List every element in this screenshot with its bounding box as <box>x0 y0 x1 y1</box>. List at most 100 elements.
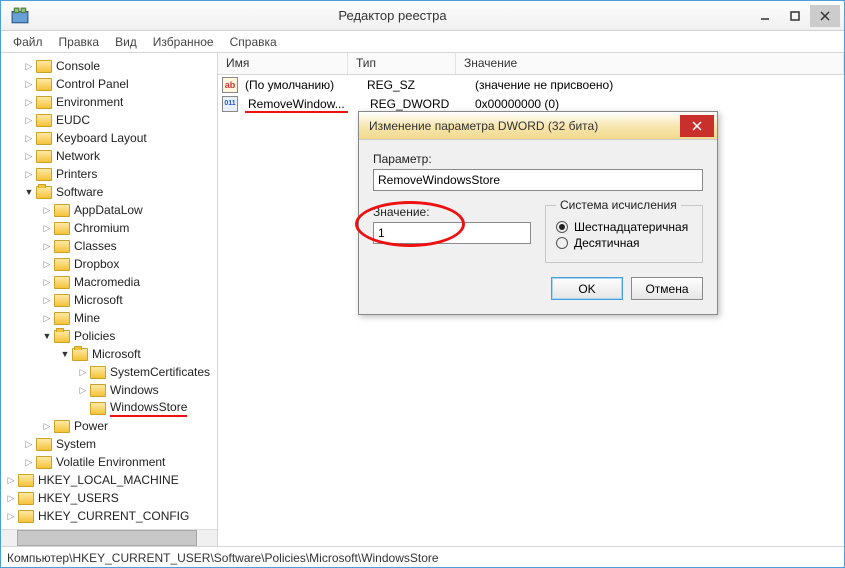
col-name[interactable]: Имя <box>218 53 348 74</box>
chevron-down-icon[interactable]: ▼ <box>41 330 53 342</box>
window-title: Редактор реестра <box>35 8 750 23</box>
chevron-right-icon[interactable]: ▷ <box>23 132 35 144</box>
chevron-right-icon[interactable]: ▷ <box>41 420 53 432</box>
value-field[interactable] <box>373 222 531 244</box>
chevron-right-icon[interactable]: ▷ <box>41 312 53 324</box>
folder-icon <box>90 384 106 397</box>
chevron-right-icon[interactable] <box>77 402 89 414</box>
tree-item[interactable]: ▷EUDC <box>1 111 217 129</box>
folder-icon <box>90 402 106 415</box>
chevron-right-icon[interactable]: ▷ <box>41 222 53 234</box>
chevron-right-icon[interactable]: ▷ <box>23 456 35 468</box>
chevron-down-icon[interactable]: ▼ <box>59 348 71 360</box>
folder-icon <box>36 132 52 145</box>
tree-item[interactable]: ▷Chromium <box>1 219 217 237</box>
tree-item[interactable]: ▷ Printers <box>1 165 217 183</box>
chevron-right-icon[interactable]: ▷ <box>77 366 89 378</box>
chevron-right-icon[interactable]: ▷ <box>41 276 53 288</box>
chevron-right-icon[interactable]: ▷ <box>23 114 35 126</box>
tree-item-label: Windows <box>110 383 159 397</box>
menu-file[interactable]: Файл <box>7 33 49 51</box>
tree-item[interactable]: ▼ Microsoft <box>1 345 217 363</box>
minimize-button[interactable] <box>750 5 780 27</box>
row-type: REG_DWORD <box>364 97 472 111</box>
folder-icon <box>54 294 70 307</box>
tree-hscrollbar[interactable] <box>1 529 217 546</box>
tree-item-label: Microsoft <box>74 293 123 307</box>
folder-icon <box>36 96 52 109</box>
menu-view[interactable]: Вид <box>109 33 143 51</box>
tree-item-label: Volatile Environment <box>56 455 165 469</box>
row-type: REG_SZ <box>364 78 472 92</box>
folder-icon <box>18 474 34 487</box>
tree-item-label: Classes <box>74 239 117 253</box>
chevron-right-icon[interactable]: ▷ <box>41 240 53 252</box>
radix-legend: Система исчисления <box>556 198 681 212</box>
tree-item[interactable]: ▷ HKEY_CURRENT_CONFIG <box>1 507 217 525</box>
folder-icon <box>54 258 70 271</box>
chevron-right-icon[interactable]: ▷ <box>23 60 35 72</box>
maximize-button[interactable] <box>780 5 810 27</box>
value-row[interactable]: (По умолчанию)REG_SZ(значение не присвое… <box>218 75 844 94</box>
chevron-right-icon[interactable]: ▷ <box>23 96 35 108</box>
tree-item[interactable]: ▷AppDataLow <box>1 201 217 219</box>
menu-favorites[interactable]: Избранное <box>147 33 220 51</box>
dialog-close-button[interactable] <box>680 115 714 137</box>
chevron-right-icon[interactable]: ▷ <box>41 258 53 270</box>
tree-item-label: Software <box>56 185 103 199</box>
tree-item[interactable]: ▷HKEY_LOCAL_MACHINE <box>1 471 217 489</box>
param-field[interactable] <box>373 169 703 191</box>
tree-item-label: Microsoft <box>92 347 141 361</box>
tree-item[interactable]: ▷ Classes <box>1 237 217 255</box>
tree-item[interactable]: ▷ Volatile Environment <box>1 453 217 471</box>
status-bar: Компьютер\HKEY_CURRENT_USER\Software\Pol… <box>1 546 844 568</box>
tree-item[interactable]: ▷ Environment <box>1 93 217 111</box>
tree-item[interactable]: ▷ Windows <box>1 381 217 399</box>
folder-icon <box>54 222 70 235</box>
tree-item[interactable]: ▼Policies <box>1 327 217 345</box>
menu-edit[interactable]: Правка <box>53 33 106 51</box>
tree-item-label: Printers <box>56 167 97 181</box>
chevron-right-icon[interactable]: ▷ <box>77 384 89 396</box>
chevron-right-icon[interactable]: ▷ <box>23 168 35 180</box>
chevron-right-icon[interactable]: ▷ <box>5 492 17 504</box>
ok-button[interactable]: OK <box>551 277 623 300</box>
radix-hex[interactable]: Шестнадцатеричная <box>556 220 692 234</box>
tree-item[interactable]: ▷Dropbox <box>1 255 217 273</box>
chevron-right-icon[interactable]: ▷ <box>23 78 35 90</box>
tree-item[interactable]: WindowsStore <box>1 399 217 417</box>
tree-item[interactable]: ▷Keyboard Layout <box>1 129 217 147</box>
tree-pane[interactable]: ▷Console▷Control Panel▷Environment▷EUDC▷… <box>1 53 218 546</box>
dialog-title: Изменение параметра DWORD (32 бита) <box>369 119 680 133</box>
tree-item[interactable]: ▷Network <box>1 147 217 165</box>
menu-help[interactable]: Справка <box>224 33 283 51</box>
folder-icon <box>72 348 88 361</box>
radix-dec[interactable]: Десятичная <box>556 236 692 250</box>
tree-item-label: HKEY_CURRENT_CONFIG <box>38 509 189 523</box>
tree-item[interactable]: ▷Macromedia <box>1 273 217 291</box>
chevron-right-icon[interactable]: ▷ <box>5 474 17 486</box>
tree-item[interactable]: ▷ Microsoft <box>1 291 217 309</box>
folder-icon <box>36 150 52 163</box>
tree-item[interactable]: ▷Power <box>1 417 217 435</box>
col-type[interactable]: Тип <box>348 53 456 74</box>
tree-item[interactable]: ▷Console <box>1 57 217 75</box>
dialog-titlebar[interactable]: Изменение параметра DWORD (32 бита) <box>359 112 717 140</box>
tree-item[interactable]: ▷Control Panel <box>1 75 217 93</box>
col-value[interactable]: Значение <box>456 53 844 74</box>
close-button[interactable] <box>810 5 840 27</box>
chevron-right-icon[interactable]: ▷ <box>41 294 53 306</box>
tree-item[interactable]: ▷System <box>1 435 217 453</box>
chevron-down-icon[interactable]: ▼ <box>23 186 35 198</box>
chevron-right-icon[interactable]: ▷ <box>5 510 17 522</box>
chevron-right-icon[interactable]: ▷ <box>23 438 35 450</box>
cancel-button[interactable]: Отмена <box>631 277 703 300</box>
chevron-right-icon[interactable]: ▷ <box>23 150 35 162</box>
tree-item-label: Environment <box>56 95 123 109</box>
tree-item[interactable]: ▷Mine <box>1 309 217 327</box>
list-pane: Имя Тип Значение (По умолчанию)REG_SZ(зн… <box>218 53 844 546</box>
tree-item[interactable]: ▼ Software <box>1 183 217 201</box>
tree-item[interactable]: ▷SystemCertificates <box>1 363 217 381</box>
chevron-right-icon[interactable]: ▷ <box>41 204 53 216</box>
tree-item[interactable]: ▷HKEY_USERS <box>1 489 217 507</box>
